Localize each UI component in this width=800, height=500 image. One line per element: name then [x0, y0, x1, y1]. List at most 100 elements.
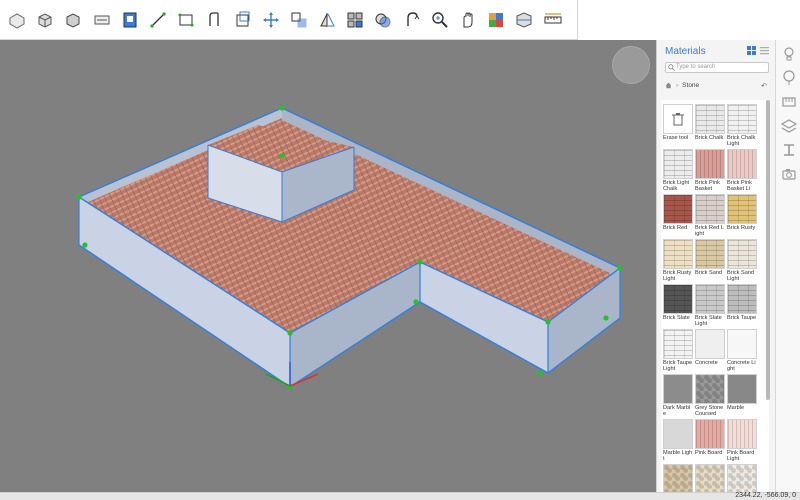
push-pull-tool-button[interactable]	[119, 9, 141, 31]
materials-scrollbar[interactable]	[766, 100, 770, 400]
material-item[interactable]: Brick Light Chalk	[663, 149, 693, 193]
material-thumbnail	[727, 284, 757, 314]
layers-icon[interactable]	[781, 118, 797, 134]
offset-tool-button[interactable]	[232, 9, 254, 31]
material-item[interactable]: Brick Slate	[663, 284, 693, 321]
material-item[interactable]: Brick Taupe Light	[663, 329, 693, 373]
balloon-icon[interactable]	[781, 70, 797, 86]
material-label: Brick Rusty Light	[663, 270, 692, 283]
flip-tool-button[interactable]	[316, 9, 338, 31]
material-thumbnail	[727, 419, 757, 449]
copy-tool-button[interactable]	[288, 9, 310, 31]
3d-viewport[interactable]	[0, 40, 656, 492]
grid-view-icon[interactable]	[747, 46, 756, 55]
rotate-icon	[406, 11, 420, 26]
offset-icon	[236, 11, 249, 26]
search-placeholder: Type to search	[676, 64, 716, 70]
material-label: Pink Board	[695, 450, 723, 456]
material-item[interactable]: Dark Marble	[663, 374, 693, 418]
material-thumbnail	[663, 284, 693, 314]
grid-select-icon	[347, 12, 363, 27]
material-item[interactable]: Brick Pink Basket Li	[727, 149, 757, 193]
material-item[interactable]: Brick Sand Light	[727, 239, 757, 283]
intersect-tool-button[interactable]	[372, 9, 394, 31]
material-item[interactable]: Grey Stone Coursed	[695, 374, 725, 418]
lightbulb-icon[interactable]	[781, 46, 797, 62]
material-item[interactable]: Brick Pink Basket	[695, 149, 725, 193]
breadcrumb-current[interactable]: Stone	[682, 82, 699, 89]
move-icon	[262, 11, 279, 28]
material-label: Brick Slate Light	[695, 315, 722, 328]
material-item[interactable]: Brick Rusty	[727, 194, 757, 231]
material-label: Brick Chalk Light	[727, 135, 756, 148]
material-item[interactable]: Brick Red	[663, 194, 693, 231]
material-item[interactable]: Concrete	[695, 329, 725, 366]
trash-icon	[663, 104, 693, 134]
measure-tool-button[interactable]	[542, 9, 564, 31]
search-input[interactable]: Type to search	[665, 62, 769, 73]
hand-tool-button[interactable]	[457, 9, 479, 31]
material-thumbnail	[663, 239, 693, 269]
material-item[interactable]: Brick Slate Light	[695, 284, 725, 328]
material-item[interactable]: Marble Light	[663, 419, 693, 463]
model-scene[interactable]	[0, 40, 656, 492]
material-thumbnail	[727, 104, 757, 134]
back-icon[interactable]: ↶	[761, 82, 767, 90]
panel-title: Materials	[665, 46, 706, 57]
follow-me-tool-button[interactable]	[203, 9, 225, 31]
zoom-tool-button[interactable]	[429, 9, 451, 31]
material-item[interactable]: Stone Beige	[663, 464, 693, 492]
material-item[interactable]: Pink Board	[695, 419, 725, 456]
paint-tool-button[interactable]	[485, 9, 507, 31]
material-thumbnail	[727, 239, 757, 269]
solid-box-tool-button[interactable]	[62, 9, 84, 31]
material-item[interactable]: Brick Taupe	[727, 284, 757, 321]
materials-grid: Erase tool Brick Chalk Brick Chalk Light Br…	[661, 100, 769, 492]
material-item[interactable]: Stone Beige	[695, 464, 725, 492]
copy-icon	[291, 12, 307, 27]
paint-icon	[489, 12, 504, 27]
material-label: Brick Light Chalk	[663, 180, 690, 193]
grid-select-tool-button[interactable]	[344, 9, 366, 31]
roll-tool-button[interactable]	[91, 9, 113, 31]
rotate-tool-button[interactable]	[401, 9, 423, 31]
section-tool-button[interactable]	[513, 9, 535, 31]
material-label: Concrete Light	[727, 360, 756, 373]
material-thumbnail	[695, 419, 725, 449]
material-item[interactable]: Marble	[727, 374, 757, 411]
material-item[interactable]: Brick Chalk Light	[727, 104, 757, 148]
material-item[interactable]: Brick Rusty Light	[663, 239, 693, 283]
main-toolbar	[0, 0, 578, 40]
view-compass[interactable]	[612, 46, 650, 84]
intersect-icon	[375, 13, 391, 27]
move-tool-button[interactable]	[260, 9, 282, 31]
i-beam-icon[interactable]	[781, 142, 797, 158]
material-item[interactable]: Pink Board Light	[727, 419, 757, 463]
material-thumbnail	[663, 419, 693, 449]
search-icon	[668, 64, 675, 71]
camera-icon[interactable]	[781, 166, 797, 182]
material-label: Marble Light	[663, 450, 693, 463]
scrollbar-thumb[interactable]	[766, 100, 770, 400]
list-view-icon[interactable]	[760, 46, 769, 55]
material-item[interactable]: Brick Red Light	[695, 194, 725, 238]
material-item[interactable]: Brick Chalk	[695, 104, 725, 141]
material-item[interactable]: Brick Sand	[695, 239, 725, 276]
material-item[interactable]: Stone Course	[727, 464, 757, 492]
line-tool-button[interactable]	[147, 9, 169, 31]
material-thumbnail	[695, 149, 725, 179]
push-pull-icon	[123, 12, 137, 27]
material-thumbnail	[727, 374, 757, 404]
solid-box-icon	[66, 12, 80, 28]
material-label: Brick Chalk	[695, 135, 724, 141]
ruler-icon[interactable]	[781, 94, 797, 110]
box-tool-button[interactable]	[6, 9, 28, 31]
material-thumbnail	[695, 104, 725, 134]
rectangle-tool-button[interactable]	[175, 9, 197, 31]
material-label: Erase tool	[663, 135, 689, 141]
home-icon[interactable]	[665, 82, 672, 89]
cube-tool-button[interactable]	[34, 9, 56, 31]
follow-me-icon	[209, 11, 219, 26]
material-item[interactable]: Erase tool	[663, 104, 693, 141]
material-item[interactable]: Concrete Light	[727, 329, 757, 373]
